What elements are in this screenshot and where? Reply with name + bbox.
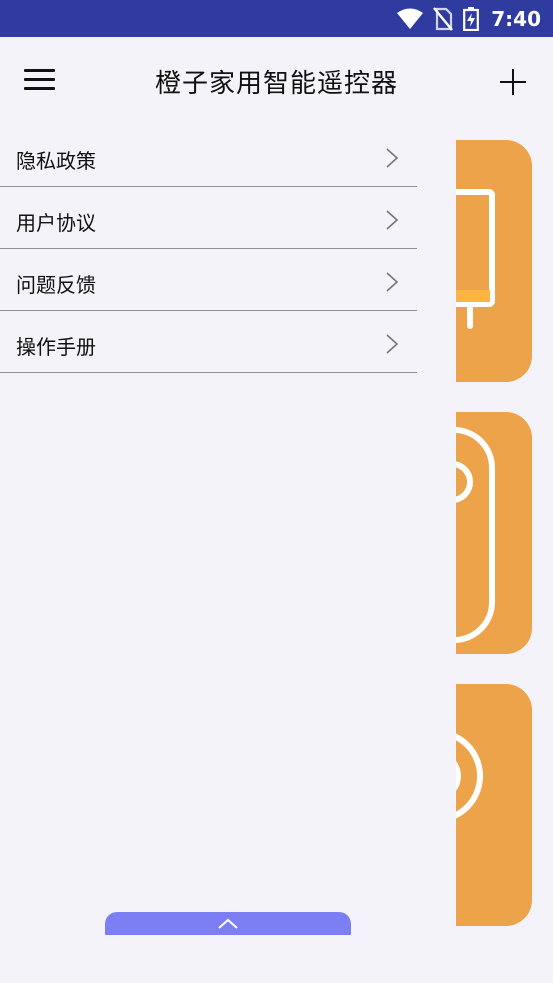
drawer-item-label: 隐私政策	[16, 149, 96, 173]
device-card-fan[interactable]	[456, 684, 532, 926]
drawer-item-label: 问题反馈	[16, 273, 96, 297]
drawer-item-feedback[interactable]: 问题反馈	[0, 249, 417, 311]
drawer-item-privacy-policy[interactable]: 隐私政策	[0, 125, 417, 187]
app-bar: 橙子家用智能遥控器	[0, 37, 553, 125]
chevron-right-icon	[386, 334, 399, 354]
wifi-icon	[397, 8, 424, 29]
page-title: 橙子家用智能遥控器	[154, 69, 398, 99]
chevron-up-icon	[218, 918, 238, 929]
remote-icon	[456, 427, 495, 643]
no-sim-icon	[433, 6, 454, 31]
status-bar: 7:40	[0, 0, 553, 37]
status-time: 7:40	[491, 6, 541, 31]
drawer-menu: 隐私政策 用户协议 问题反馈 操作手册	[0, 125, 417, 373]
drawer-item-label: 用户协议	[16, 211, 96, 235]
device-card-remote[interactable]	[456, 412, 532, 654]
drawer-item-user-agreement[interactable]: 用户协议	[0, 187, 417, 249]
drawer-item-label: 操作手册	[16, 335, 96, 359]
chevron-right-icon	[386, 148, 399, 168]
chevron-right-icon	[386, 210, 399, 230]
chevron-right-icon	[386, 272, 399, 292]
drawer-item-manual[interactable]: 操作手册	[0, 311, 417, 373]
device-card-tv[interactable]	[456, 140, 532, 382]
fan-icon	[456, 733, 483, 819]
plus-icon[interactable]	[496, 65, 530, 99]
battery-charging-icon	[463, 6, 480, 31]
bottom-sheet-handle[interactable]	[105, 912, 351, 935]
tv-icon	[456, 189, 495, 329]
